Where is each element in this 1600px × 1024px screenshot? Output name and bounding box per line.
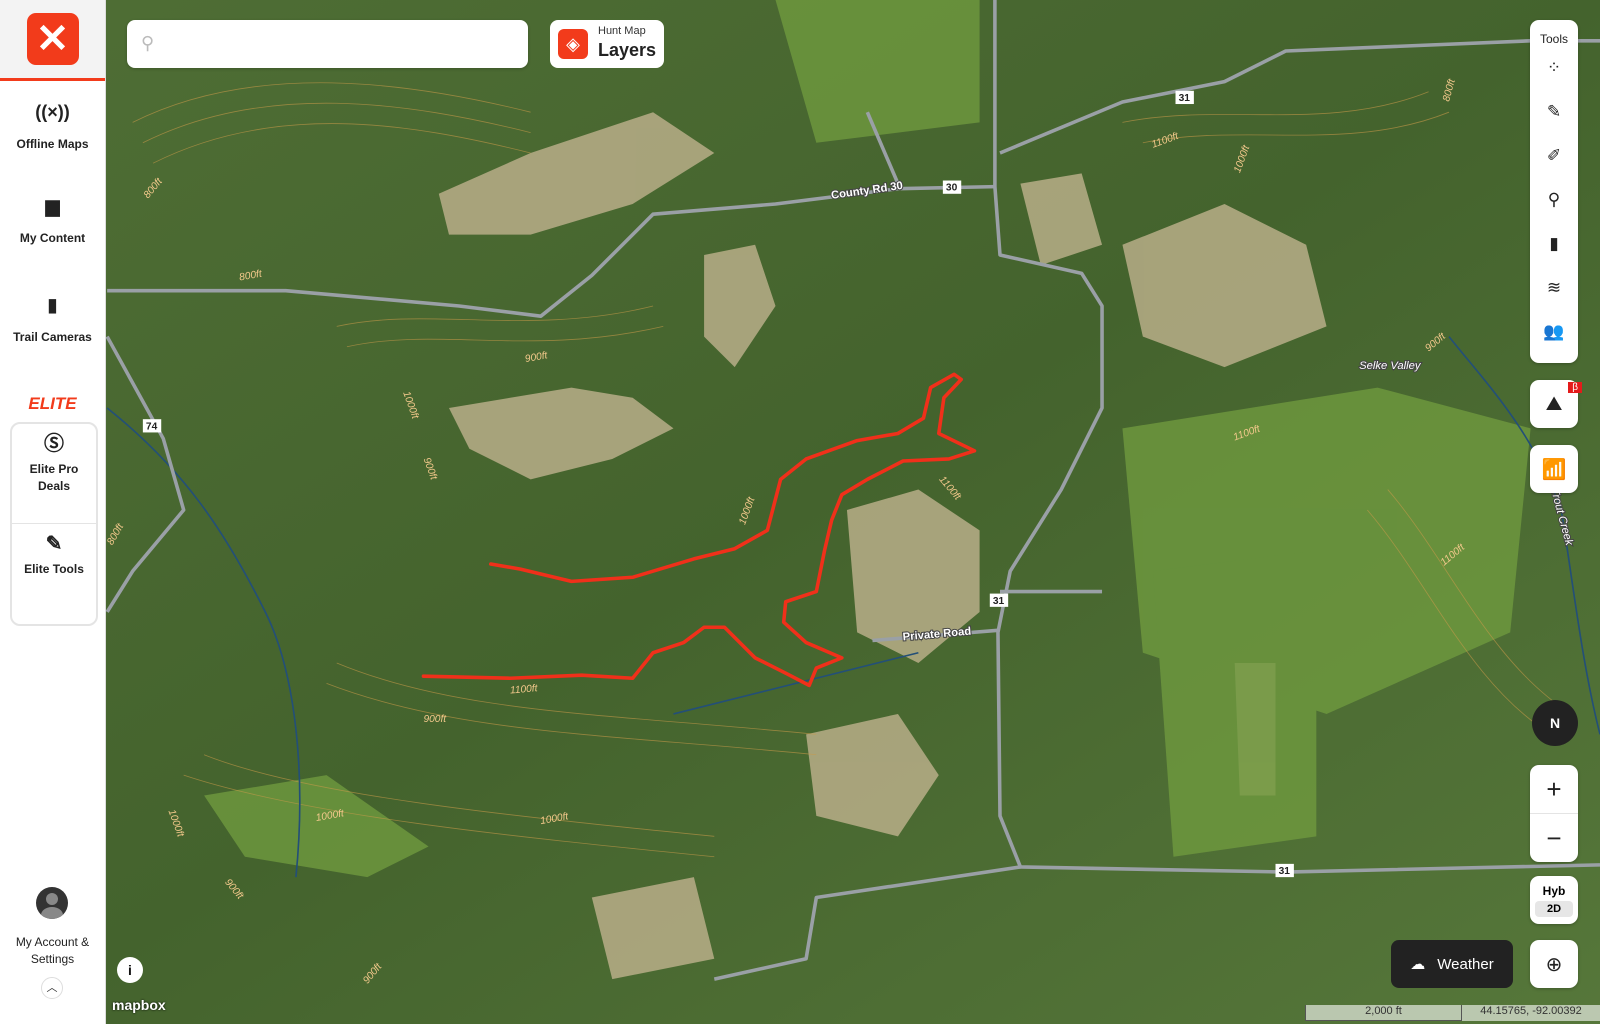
basemap-label: Hyb	[1542, 884, 1566, 898]
shield-31-center: 31	[993, 596, 1005, 607]
tools-title: Tools	[1539, 32, 1568, 46]
coordinates-readout: 44.15765, -92.00392	[1462, 1005, 1600, 1021]
compass-button[interactable]: N	[1532, 700, 1578, 746]
weather-label: Weather	[1437, 955, 1494, 973]
group-icon[interactable]: 👥	[1530, 310, 1578, 354]
cloud-icon: ☁	[1410, 956, 1426, 973]
sidebar-item-trail-cameras[interactable]: ▮ Trail Cameras	[0, 295, 105, 344]
search-bar[interactable]: ⚲	[127, 20, 528, 68]
sidebar-item-elite-tools[interactable]: ✎ Elite Tools	[12, 523, 96, 622]
draw-shape-icon[interactable]: ✐	[1530, 134, 1578, 178]
terrain-x-button[interactable]: ⛰ β	[1530, 380, 1582, 428]
trail-camera-icon: ▮	[47, 295, 58, 315]
place-label-selke-valley: Selke Valley	[1359, 360, 1422, 372]
draw-line-icon[interactable]: ✎	[1530, 90, 1578, 134]
search-input[interactable]	[171, 30, 515, 60]
trail-camera-icon[interactable]: ▮	[1530, 222, 1578, 266]
search-icon: ⚲	[141, 33, 155, 53]
weather-button[interactable]: ☁ Weather	[1391, 940, 1513, 988]
sidebar-item-elite-pro-deals[interactable]: Ⓢ Elite Pro Deals	[12, 424, 96, 523]
onx-logo-button[interactable]: ✕	[26, 13, 79, 65]
layers-button[interactable]: ◈ Hunt Map Layers	[550, 20, 664, 68]
sidebar-item-label: Elite Pro Deals	[29, 462, 79, 493]
sidebar-item-label: Elite Tools	[24, 562, 84, 576]
avatar[interactable]	[36, 887, 68, 919]
zoom-controls: + −	[1530, 765, 1578, 862]
map-canvas[interactable]: County Rd 30 Private Road 30 31 31 31 74…	[0, 0, 1600, 1024]
zoom-out-button[interactable]: −	[1530, 813, 1578, 862]
mapbox-attribution[interactable]: mapbox	[112, 997, 166, 1013]
sidebar-item-label: Trail Cameras	[13, 330, 92, 344]
beta-badge: β	[1568, 382, 1582, 393]
sidebar-item-label: My Content	[19, 231, 86, 245]
elite-heading: ELITE	[28, 394, 77, 413]
sidebar-item-my-content[interactable]: ▆ My Content	[0, 196, 105, 245]
elevation-chart-button[interactable]: 📶	[1530, 445, 1578, 493]
route-icon[interactable]: ⁘	[1530, 46, 1578, 90]
layers-icon: ◈	[558, 29, 588, 59]
terrain-x-icon: ⛰	[1545, 392, 1563, 415]
logo-area: ✕	[0, 0, 105, 81]
sidebar-item-offline-maps[interactable]: ((×)) Offline Maps	[0, 102, 105, 151]
shield-31-north: 31	[1179, 93, 1191, 104]
wind-icon[interactable]: ≋	[1530, 266, 1578, 310]
info-icon[interactable]: i	[117, 957, 143, 983]
folder-icon: ▆	[45, 196, 60, 216]
tools-panel: Tools ⁘ ✎ ✐ ⚲ ▮ ≋ 👥	[1530, 20, 1578, 363]
dollar-icon: Ⓢ	[44, 433, 64, 455]
zoom-in-button[interactable]: +	[1530, 765, 1578, 813]
chevron-up-icon[interactable]: ︿	[41, 977, 63, 999]
shield-30: 30	[946, 183, 958, 194]
layers-subtitle: Hunt Map	[598, 25, 646, 37]
scale-bar: 2,000 ft	[1305, 1005, 1462, 1021]
elite-section: Ⓢ Elite Pro Deals ✎ Elite Tools	[10, 422, 98, 626]
chart-icon: 📶	[1541, 458, 1567, 481]
crosshair-icon: ⊕	[1545, 953, 1563, 976]
contour-label: 900ft	[423, 714, 447, 725]
sidebar-item-label: Offline Maps	[16, 137, 89, 151]
locate-button[interactable]: ⊕	[1530, 940, 1578, 988]
account-settings-link[interactable]: My Account & Settings	[0, 934, 105, 968]
waypoint-icon[interactable]: ⚲	[1530, 178, 1578, 222]
shield-74: 74	[146, 421, 158, 432]
layers-title: Layers	[598, 40, 657, 60]
shield-31-south: 31	[1279, 866, 1291, 877]
basemap-toggle[interactable]: Hyb 2D	[1530, 876, 1578, 924]
offline-icon: ((×))	[35, 102, 70, 122]
knife-icon: ✎	[45, 533, 63, 555]
view-mode-label[interactable]: 2D	[1535, 901, 1573, 917]
sidebar: ✕ ((×)) Offline Maps ▆ My Content ▮ Trai…	[0, 0, 106, 1024]
